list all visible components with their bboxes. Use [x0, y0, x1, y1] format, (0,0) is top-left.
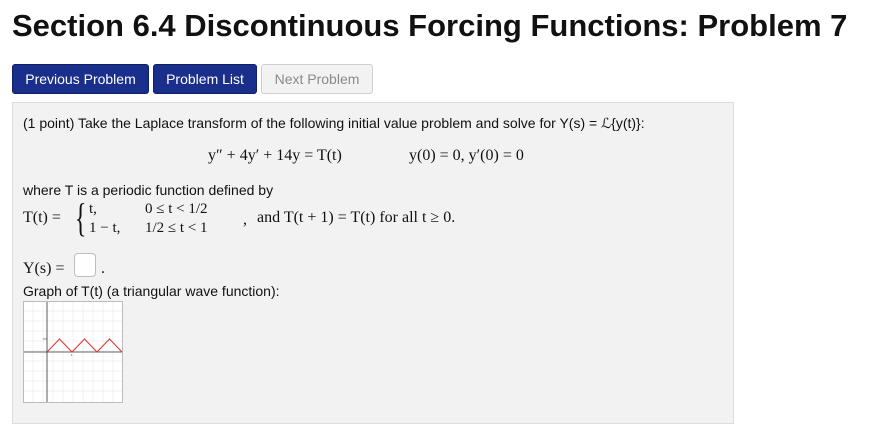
problem-panel: (1 point) Take the Laplace transform of …: [12, 102, 734, 424]
piece2-cond: 1/2 ≤ t < 1: [145, 220, 208, 236]
y-tick-label: 0.5: [43, 337, 48, 341]
left-brace: {: [74, 195, 87, 240]
periodicity-statement: and T(t + 1) = T(t) for all t ≥ 0.: [257, 209, 456, 226]
piecewise-lhs: T(t) =: [23, 209, 61, 226]
problem-list-button[interactable]: Problem List: [153, 64, 257, 94]
graph-caption: Graph of T(t) (a triangular wave functio…: [23, 283, 280, 299]
piecewise-comma: ,: [243, 211, 247, 228]
piece1-cond: 0 ≤ t < 1/2: [145, 201, 208, 217]
previous-problem-button[interactable]: Previous Problem: [12, 64, 149, 94]
where-text: where T is a periodic function defined b…: [23, 182, 274, 198]
answer-input[interactable]: [74, 253, 96, 277]
answer-period: .: [101, 260, 105, 277]
piece1-expr: t,: [89, 201, 97, 217]
ode-equation: y″ + 4y′ + 14y = T(t): [208, 147, 342, 164]
page-title: Section 6.4 Discontinuous Forcing Functi…: [12, 8, 848, 43]
initial-conditions: y(0) = 0, y′(0) = 0: [409, 147, 524, 164]
triangular-wave-graph: 0.5 1: [23, 301, 123, 403]
problem-intro: (1 point) Take the Laplace transform of …: [23, 115, 645, 131]
answer-label: Y(s) =: [23, 260, 65, 277]
next-problem-button[interactable]: Next Problem: [261, 64, 373, 94]
piece2-expr: 1 − t,: [89, 220, 121, 236]
